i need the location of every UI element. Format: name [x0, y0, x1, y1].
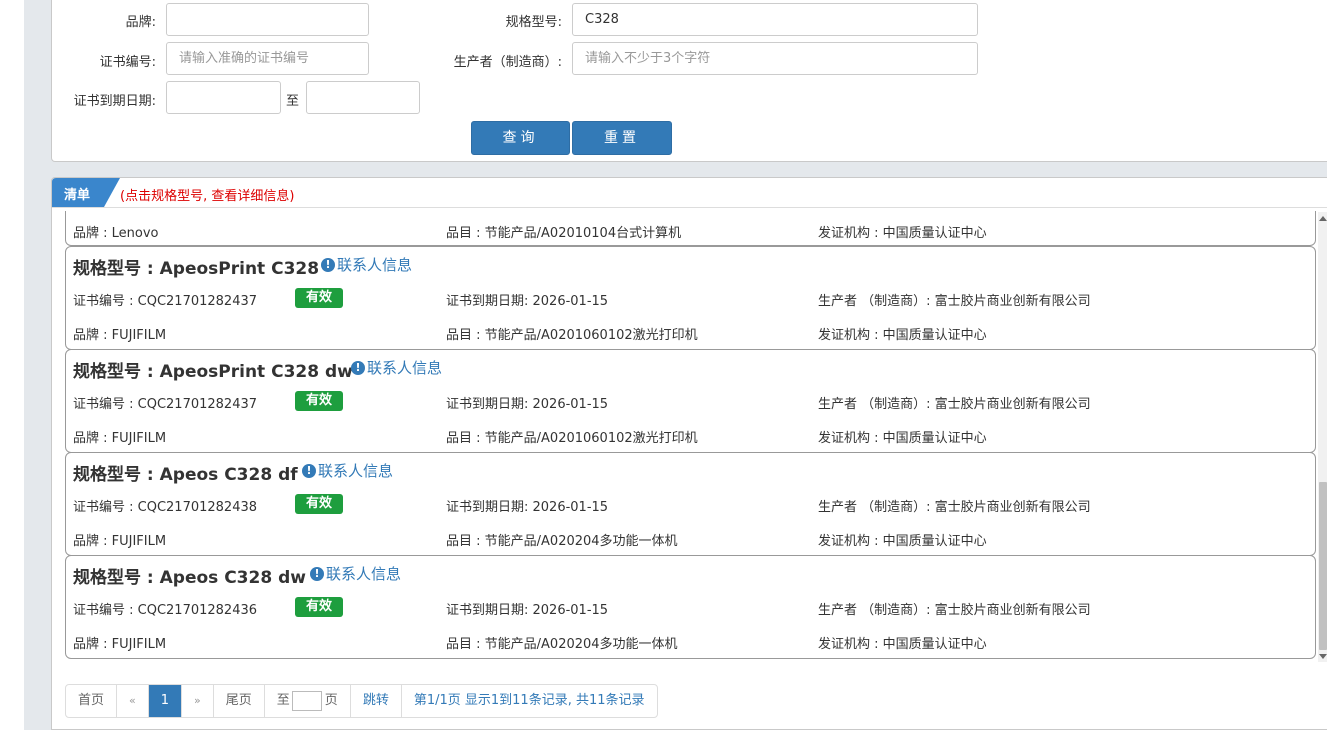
record-cert-no: 证书编号 : CQC21701282436	[73, 603, 258, 618]
record-expiry: 证书到期日期: 2026-01-15	[446, 500, 609, 515]
record-category: 品目 : 节能产品/A020204多功能一体机	[446, 637, 678, 652]
record-brand: 品牌 : FUJIFILM	[73, 328, 167, 343]
info-icon: !	[351, 360, 365, 375]
record-category: 品目 : 节能产品/A02010104台式计算机	[446, 226, 682, 241]
goto-suffix: 页	[324, 693, 338, 708]
record-brand: 品牌 : Lenovo	[73, 226, 159, 241]
record-expiry: 证书到期日期: 2026-01-15	[446, 294, 609, 309]
record-category: 品目 : 节能产品/A020204多功能一体机	[446, 534, 678, 549]
contact-info-label: 联系人信息	[318, 462, 394, 480]
record-expiry: 证书到期日期: 2026-01-15	[446, 603, 609, 618]
record-manufacturer: 生产者 （制造商）: 富士胶片商业创新有限公司	[818, 603, 1091, 618]
record-card: 规格型号 : Apeos C328 df ! 联系人信息 证书编号 : CQC2…	[65, 452, 1316, 556]
cert-no-label: 证书编号:	[99, 55, 156, 70]
record-cert-no: 证书编号 : CQC21701282437	[73, 294, 258, 309]
left-margin	[0, 0, 24, 730]
contact-info-link[interactable]: ! 联系人信息	[302, 460, 393, 481]
list-header-divider	[52, 207, 1327, 208]
record-cert-no: 证书编号 : CQC21701282437	[73, 397, 258, 412]
model-label: 规格型号:	[505, 15, 562, 30]
query-button[interactable]: 查询	[471, 121, 570, 155]
status-badge: 有效	[295, 597, 343, 617]
contact-info-label: 联系人信息	[337, 256, 413, 274]
jump-button[interactable]: 跳转	[351, 685, 402, 717]
contact-info-label: 联系人信息	[326, 565, 402, 583]
record-expiry: 证书到期日期: 2026-01-15	[446, 397, 609, 412]
goto-page-group: 至 页	[265, 685, 351, 717]
prev-page-button[interactable]: «	[117, 685, 149, 717]
expiry-to-separator: 至	[286, 94, 300, 109]
brand-input[interactable]	[166, 3, 369, 36]
contact-info-link[interactable]: ! 联系人信息	[351, 357, 442, 378]
records-list: 品牌 : Lenovo 品目 : 节能产品/A02010104台式计算机 发证机…	[65, 211, 1316, 661]
model-input[interactable]	[572, 3, 978, 36]
status-badge: 有效	[295, 494, 343, 514]
goto-page-input[interactable]	[291, 691, 322, 711]
info-icon: !	[302, 463, 316, 478]
reset-button[interactable]: 重置	[572, 121, 672, 155]
list-tab-label: 清单	[64, 188, 91, 203]
status-badge: 有效	[295, 288, 343, 308]
record-issuer: 发证机构 : 中国质量认证中心	[818, 328, 987, 343]
record-model-link[interactable]: 规格型号 : Apeos C328 df	[73, 460, 298, 485]
goto-prefix: 至	[276, 693, 290, 708]
manufacturer-label: 生产者（制造商）:	[453, 55, 562, 70]
list-hint: (点击规格型号, 查看详细信息)	[120, 189, 295, 204]
record-manufacturer: 生产者 （制造商）: 富士胶片商业创新有限公司	[818, 500, 1091, 515]
contact-info-label: 联系人信息	[367, 359, 443, 377]
scroll-up-arrow-icon[interactable]	[1319, 216, 1327, 221]
info-icon: !	[310, 566, 324, 581]
scrollbar-thumb[interactable]	[1319, 482, 1327, 650]
record-manufacturer: 生产者 （制造商）: 富士胶片商业创新有限公司	[818, 397, 1091, 412]
record-issuer: 发证机构 : 中国质量认证中心	[818, 637, 987, 652]
record-issuer: 发证机构 : 中国质量认证中心	[818, 431, 987, 446]
expiry-to-input[interactable]	[306, 81, 420, 114]
record-card: 品牌 : Lenovo 品目 : 节能产品/A02010104台式计算机 发证机…	[65, 211, 1316, 246]
current-page-button[interactable]: 1	[148, 685, 183, 717]
last-page-button[interactable]: 尾页	[214, 685, 265, 717]
cert-no-input[interactable]	[166, 42, 369, 75]
record-model-link[interactable]: 规格型号 : ApeosPrint C328	[73, 254, 319, 279]
record-card: 规格型号 : ApeosPrint C328 ! 联系人信息 证书编号 : CQ…	[65, 246, 1316, 350]
record-card: 规格型号 : Apeos C328 dw ! 联系人信息 证书编号 : CQC2…	[65, 555, 1316, 659]
expiry-from-input[interactable]	[166, 81, 281, 114]
expiry-label: 证书到期日期:	[73, 94, 156, 109]
manufacturer-input[interactable]	[572, 42, 978, 75]
record-model-link[interactable]: 规格型号 : Apeos C328 dw	[73, 563, 306, 588]
next-page-button[interactable]: »	[182, 685, 214, 717]
contact-info-link[interactable]: ! 联系人信息	[310, 563, 401, 584]
brand-label: 品牌:	[125, 15, 156, 30]
record-brand: 品牌 : FUJIFILM	[73, 534, 167, 549]
record-issuer: 发证机构 : 中国质量认证中心	[818, 226, 987, 241]
contact-info-link[interactable]: ! 联系人信息	[321, 254, 412, 275]
record-category: 品目 : 节能产品/A0201060102激光打印机	[446, 328, 698, 343]
list-tab[interactable]: 清单	[52, 178, 120, 207]
page-summary: 第1/1页 显示1到11条记录, 共11条记录	[413, 693, 645, 708]
record-issuer: 发证机构 : 中国质量认证中心	[818, 534, 987, 549]
pagination: 首页 « 1 » 尾页 至 页 跳转 第1/1页 显示1到11条记录, 共11条…	[65, 684, 658, 718]
first-page-button[interactable]: 首页	[66, 685, 118, 717]
record-cert-no: 证书编号 : CQC21701282438	[73, 500, 258, 515]
record-model-link[interactable]: 规格型号 : ApeosPrint C328 dw	[73, 357, 353, 382]
status-badge: 有效	[295, 391, 343, 411]
record-category: 品目 : 节能产品/A0201060102激光打印机	[446, 431, 698, 446]
record-brand: 品牌 : FUJIFILM	[73, 637, 167, 652]
record-brand: 品牌 : FUJIFILM	[73, 431, 167, 446]
scroll-down-arrow-icon[interactable]	[1319, 654, 1327, 659]
record-manufacturer: 生产者 （制造商）: 富士胶片商业创新有限公司	[818, 294, 1091, 309]
record-card: 规格型号 : ApeosPrint C328 dw ! 联系人信息 证书编号 :…	[65, 349, 1316, 453]
info-icon: !	[321, 257, 335, 272]
